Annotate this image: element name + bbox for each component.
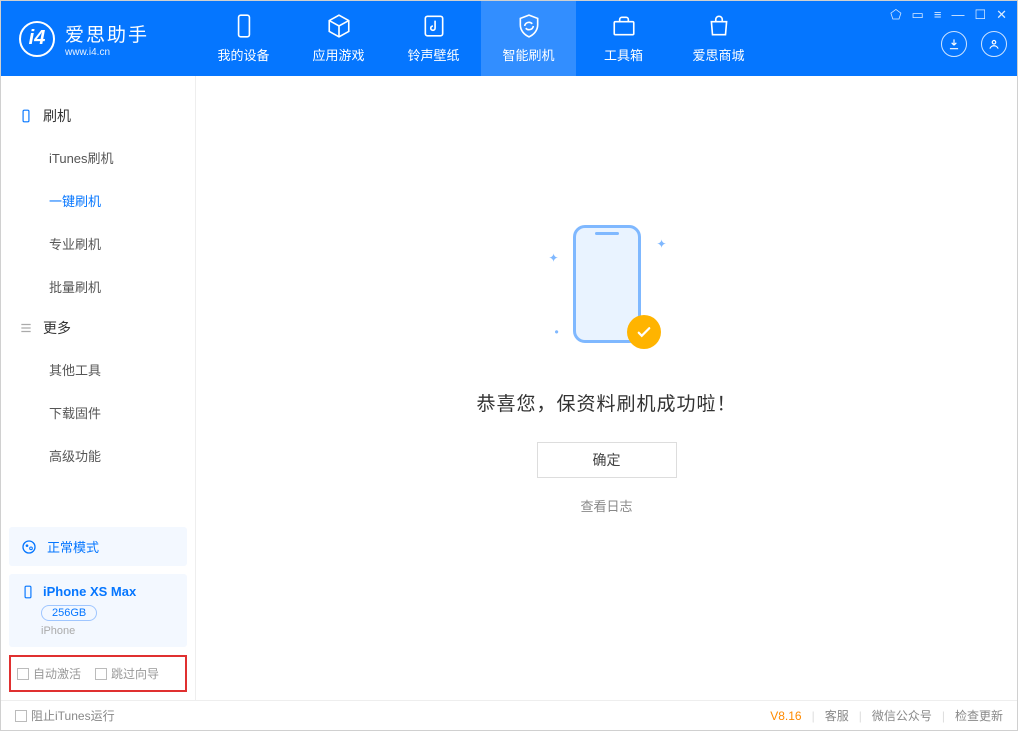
user-icon[interactable]: [981, 31, 1007, 57]
sidebar-item-pro-flash[interactable]: 专业刷机: [1, 222, 195, 265]
sparkle-icon: ✦: [549, 251, 559, 265]
app-header: i4 爱思助手 www.i4.cn 我的设备 应用游戏 铃声壁纸 智能刷机 工具…: [1, 1, 1017, 76]
sidebar-item-download-firmware[interactable]: 下载固件: [1, 391, 195, 434]
toolbox-icon: [611, 13, 637, 39]
header-right: [941, 31, 1007, 57]
device-type: iPhone: [41, 625, 175, 637]
nav-tab-flash[interactable]: 智能刷机: [481, 1, 576, 76]
cb-label: 跳过向导: [111, 665, 159, 682]
app-name: 爱思助手: [65, 20, 149, 47]
sidebar-item-other-tools[interactable]: 其他工具: [1, 348, 195, 391]
nav-tab-apps[interactable]: 应用游戏: [291, 1, 386, 76]
nav-label: 我的设备: [217, 45, 269, 64]
mode-card[interactable]: 正常模式: [9, 527, 187, 566]
nav-label: 铃声壁纸: [407, 45, 459, 64]
device-storage: 256GB: [41, 605, 97, 621]
bag-icon: [706, 13, 732, 39]
sparkle-icon: ✦: [656, 237, 666, 251]
sidebar-item-itunes-flash[interactable]: iTunes刷机: [1, 136, 195, 179]
list-icon: [19, 321, 33, 335]
minimize-button[interactable]: ―: [951, 7, 964, 23]
nav-tab-device[interactable]: 我的设备: [196, 1, 291, 76]
footer-link-wechat[interactable]: 微信公众号: [872, 707, 932, 724]
checkbox-skip-wizard[interactable]: 跳过向导: [95, 665, 159, 682]
menu-icon[interactable]: ≡: [934, 7, 942, 23]
options-highlight-box: 自动激活 跳过向导: [9, 655, 187, 692]
device-name: iPhone XS Max: [43, 584, 136, 599]
section-title: 刷机: [43, 106, 71, 126]
body-area: 刷机 iTunes刷机 一键刷机 专业刷机 批量刷机 更多 其他工具 下载固件 …: [1, 76, 1017, 700]
check-badge-icon: [627, 315, 661, 349]
shirt-icon[interactable]: ⬠: [890, 7, 901, 23]
sidebar-item-oneclick-flash[interactable]: 一键刷机: [1, 179, 195, 222]
cube-icon: [326, 13, 352, 39]
checkbox-prevent-itunes[interactable]: 阻止iTunes运行: [15, 707, 115, 724]
footer: 阻止iTunes运行 V8.16 | 客服 | 微信公众号 | 检查更新: [1, 700, 1017, 730]
success-illustration: ✦ ✦ •: [547, 221, 667, 361]
sparkle-icon: •: [555, 325, 559, 339]
window-controls: ⬠ ▭ ≡ ― ☐ ✕: [890, 7, 1007, 23]
close-button[interactable]: ✕: [996, 7, 1007, 23]
download-icon[interactable]: [941, 31, 967, 57]
nav-label: 爱思商城: [692, 45, 744, 64]
phone-icon: [231, 13, 257, 39]
main-content: ✦ ✦ • 恭喜您，保资料刷机成功啦！ 确定 查看日志: [196, 76, 1017, 700]
cb-label: 自动激活: [33, 665, 81, 682]
version-label: V8.16: [770, 709, 801, 723]
phone-small-icon: [21, 585, 35, 599]
nav-tab-toolbox[interactable]: 工具箱: [576, 1, 671, 76]
nav-tabs: 我的设备 应用游戏 铃声壁纸 智能刷机 工具箱 爱思商城: [196, 1, 766, 76]
mode-icon: [21, 539, 37, 555]
footer-right: V8.16 | 客服 | 微信公众号 | 检查更新: [770, 707, 1003, 724]
section-title: 更多: [43, 318, 71, 338]
sidebar-section-flash: 刷机: [1, 96, 195, 136]
checkbox-auto-activate[interactable]: 自动激活: [17, 665, 81, 682]
view-log-link[interactable]: 查看日志: [580, 496, 632, 515]
device-small-icon: [19, 109, 33, 123]
sidebar-item-advanced[interactable]: 高级功能: [1, 434, 195, 477]
nav-label: 智能刷机: [502, 45, 554, 64]
nav-tab-ringtones[interactable]: 铃声壁纸: [386, 1, 481, 76]
logo-area: i4 爱思助手 www.i4.cn: [1, 20, 196, 58]
footer-link-update[interactable]: 检查更新: [955, 707, 1003, 724]
maximize-button[interactable]: ☐: [974, 7, 986, 23]
logo-text: 爱思助手 www.i4.cn: [65, 20, 149, 58]
nav-tab-store[interactable]: 爱思商城: [671, 1, 766, 76]
footer-link-support[interactable]: 客服: [825, 707, 849, 724]
confirm-button[interactable]: 确定: [537, 442, 677, 478]
app-domain: www.i4.cn: [65, 47, 149, 58]
note-icon[interactable]: ▭: [912, 7, 924, 23]
cb-label: 阻止iTunes运行: [31, 707, 115, 724]
sidebar-section-more: 更多: [1, 308, 195, 348]
success-message: 恭喜您，保资料刷机成功啦！: [476, 389, 736, 416]
nav-label: 应用游戏: [312, 45, 364, 64]
nav-label: 工具箱: [604, 45, 643, 64]
music-icon: [421, 13, 447, 39]
sidebar-bottom: 正常模式 iPhone XS Max 256GB iPhone 自动激活 跳过向…: [1, 519, 195, 700]
shield-sync-icon: [516, 13, 542, 39]
sidebar-item-batch-flash[interactable]: 批量刷机: [1, 265, 195, 308]
device-card[interactable]: iPhone XS Max 256GB iPhone: [9, 574, 187, 647]
mode-label: 正常模式: [47, 537, 99, 556]
logo-icon: i4: [19, 21, 55, 57]
sidebar: 刷机 iTunes刷机 一键刷机 专业刷机 批量刷机 更多 其他工具 下载固件 …: [1, 76, 196, 700]
